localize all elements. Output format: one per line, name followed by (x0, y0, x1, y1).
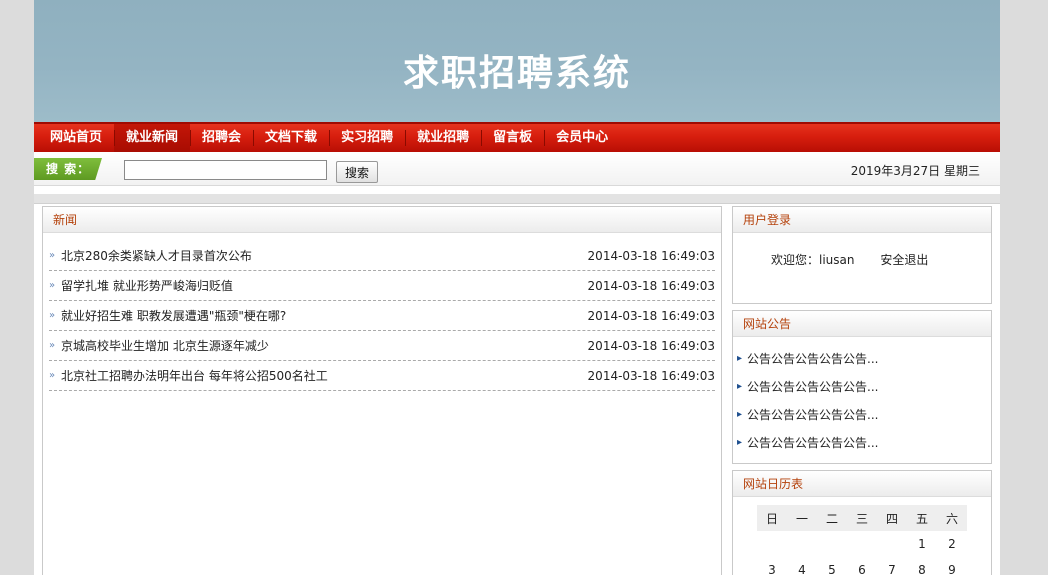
weekday-cell: 六 (937, 505, 967, 531)
notice-header: 网站公告 (733, 311, 991, 337)
bullet-icon: ▸ (737, 437, 743, 448)
news-date: 2014-03-18 16:49:03 (587, 308, 715, 323)
day-cell[interactable]: 4 (787, 557, 817, 575)
weekday-cell: 一 (787, 505, 817, 531)
bullet-icon: ▸ (737, 381, 743, 392)
calendar-weekday-row: 日 一 二 三 四 五 六 (757, 505, 967, 531)
news-title[interactable]: 京城高校毕业生增加 北京生源逐年减少 (61, 337, 269, 354)
news-title[interactable]: 就业好招生难 职教发展遭遇"瓶颈"梗在哪? (61, 307, 286, 324)
nav-item-employment-news[interactable]: 就业新闻 (114, 124, 191, 152)
search-button[interactable]: 搜索 (336, 161, 378, 183)
double-arrow-icon: » (49, 250, 56, 261)
current-date: 2019年3月27日 星期三 (850, 164, 980, 178)
notice-text[interactable]: 公告公告公告公告公告... (747, 408, 878, 422)
notice-list: ▸ 公告公告公告公告公告... ▸ 公告公告公告公告公告... ▸ 公告公告公告公告公… (733, 337, 991, 457)
day-cell[interactable] (847, 531, 877, 557)
list-item[interactable]: » 就业好招生难 职教发展遭遇"瓶颈"梗在哪? 2014-03-18 16:49… (49, 301, 715, 331)
news-title[interactable]: 留学扎堆 就业形势严峻海归贬值 (61, 277, 233, 294)
list-item[interactable]: » 留学扎堆 就业形势严峻海归贬值 2014-03-18 16:49:03 (49, 271, 715, 301)
news-date: 2014-03-18 16:49:03 (587, 248, 715, 263)
day-cell[interactable] (817, 531, 847, 557)
day-cell[interactable] (877, 531, 907, 557)
day-cell[interactable]: 8 (907, 557, 937, 575)
day-cell[interactable] (757, 531, 787, 557)
day-cell[interactable] (787, 531, 817, 557)
notice-text[interactable]: 公告公告公告公告公告... (747, 380, 878, 394)
nav-item-downloads[interactable]: 文档下载 (253, 124, 329, 152)
double-arrow-icon: » (49, 340, 56, 351)
news-date: 2014-03-18 16:49:03 (587, 368, 715, 383)
day-cell[interactable]: 5 (817, 557, 847, 575)
news-date: 2014-03-18 16:49:03 (587, 278, 715, 293)
day-cell[interactable]: 2 (937, 531, 967, 557)
calendar-week-row: 3 4 5 6 7 8 9 (757, 557, 967, 575)
day-cell[interactable]: 3 (757, 557, 787, 575)
main-content: 新闻 » 北京280余类紧缺人才目录首次公布 2014-03-18 16:49:… (34, 204, 1000, 575)
day-cell[interactable]: 7 (877, 557, 907, 575)
list-item[interactable]: ▸ 公告公告公告公告公告... (737, 401, 991, 429)
login-header: 用户登录 (733, 207, 991, 233)
list-item[interactable]: ▸ 公告公告公告公告公告... (737, 373, 991, 401)
news-title[interactable]: 北京社工招聘办法明年出台 每年将公招500名社工 (61, 367, 328, 384)
day-cell[interactable]: 9 (937, 557, 967, 575)
news-date: 2014-03-18 16:49:03 (587, 338, 715, 353)
divider (34, 194, 1000, 204)
double-arrow-icon: » (49, 310, 56, 321)
news-panel: 新闻 » 北京280余类紧缺人才目录首次公布 2014-03-18 16:49:… (42, 206, 722, 575)
main-nav: 网站首页 就业新闻 招聘会 文档下载 实习招聘 就业招聘 留言板 会员中心 (34, 122, 1000, 152)
search-label: 搜 索： (34, 158, 102, 180)
weekday-cell: 三 (847, 505, 877, 531)
bullet-icon: ▸ (737, 409, 743, 420)
search-input[interactable] (124, 160, 327, 180)
nav-item-home[interactable]: 网站首页 (38, 124, 114, 152)
nav-item-message-board[interactable]: 留言板 (481, 124, 544, 152)
notice-text[interactable]: 公告公告公告公告公告... (747, 352, 878, 366)
double-arrow-icon: » (49, 280, 56, 291)
day-cell[interactable]: 6 (847, 557, 877, 575)
nav-item-internship[interactable]: 实习招聘 (329, 124, 405, 152)
calendar-table: 日 一 二 三 四 五 六 1 2 3 4 5 6 7 8 9 (757, 505, 967, 575)
weekday-cell: 日 (757, 505, 787, 531)
weekday-cell: 四 (877, 505, 907, 531)
welcome-text: 欢迎您：liusan (771, 253, 855, 267)
calendar-week-row: 1 2 (757, 531, 967, 557)
day-cell[interactable]: 1 (907, 531, 937, 557)
news-header: 新闻 (43, 207, 721, 233)
login-panel: 用户登录 欢迎您：liusan 安全退出 (732, 206, 992, 304)
weekday-cell: 二 (817, 505, 847, 531)
list-item[interactable]: » 北京社工招聘办法明年出台 每年将公招500名社工 2014-03-18 16… (49, 361, 715, 391)
list-item[interactable]: ▸ 公告公告公告公告公告... (737, 429, 991, 457)
calendar-panel: 网站日历表 日 一 二 三 四 五 六 1 2 3 4 5 6 7 8 9 (732, 470, 992, 575)
search-bar: 搜 索： 搜索 2019年3月27日 星期三 (34, 152, 1000, 186)
page: 求职招聘系统 网站首页 就业新闻 招聘会 文档下载 实习招聘 就业招聘 留言板 … (34, 0, 1000, 575)
list-item[interactable]: » 北京280余类紧缺人才目录首次公布 2014-03-18 16:49:03 (49, 241, 715, 271)
news-list: » 北京280余类紧缺人才目录首次公布 2014-03-18 16:49:03 … (43, 233, 721, 391)
calendar-header: 网站日历表 (733, 471, 991, 497)
notice-text[interactable]: 公告公告公告公告公告... (747, 436, 878, 450)
nav-item-job-recruitment[interactable]: 就业招聘 (405, 124, 481, 152)
logout-link[interactable]: 安全退出 (880, 253, 928, 267)
weekday-cell: 五 (907, 505, 937, 531)
nav-item-job-fair[interactable]: 招聘会 (190, 124, 253, 152)
site-banner: 求职招聘系统 (34, 0, 1000, 122)
double-arrow-icon: » (49, 370, 56, 381)
login-body: 欢迎您：liusan 安全退出 (733, 233, 991, 268)
news-title[interactable]: 北京280余类紧缺人才目录首次公布 (61, 247, 252, 264)
notice-panel: 网站公告 ▸ 公告公告公告公告公告... ▸ 公告公告公告公告公告... ▸ 公告公告… (732, 310, 992, 464)
nav-item-member-center[interactable]: 会员中心 (544, 124, 620, 152)
bullet-icon: ▸ (737, 353, 743, 364)
list-item[interactable]: » 京城高校毕业生增加 北京生源逐年减少 2014-03-18 16:49:03 (49, 331, 715, 361)
list-item[interactable]: ▸ 公告公告公告公告公告... (737, 345, 991, 373)
site-title: 求职招聘系统 (402, 52, 631, 94)
